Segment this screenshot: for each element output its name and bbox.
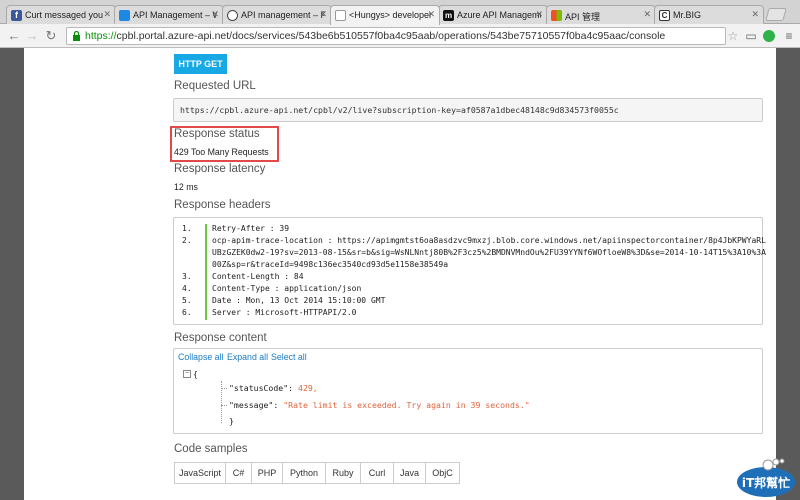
- forward-icon[interactable]: →: [24, 28, 40, 44]
- extension-icon[interactable]: [762, 29, 776, 43]
- url-text: cpbl.portal.azure-api.net/docs/services/…: [116, 30, 666, 42]
- http-get-button[interactable]: HTTP GET: [174, 54, 227, 74]
- code-samples-heading: Code samples: [174, 443, 248, 455]
- response-latency-heading: Response latency: [174, 163, 266, 175]
- new-tab-button[interactable]: [765, 8, 787, 21]
- watermark-text: iT邦幫忙: [742, 475, 790, 490]
- tab-javascript[interactable]: JavaScript: [174, 462, 226, 484]
- tab-python[interactable]: Python: [282, 462, 326, 484]
- cloud-icon: [227, 10, 238, 21]
- close-icon[interactable]: ✕: [535, 9, 543, 20]
- browser-tab-active[interactable]: <Hungys> developer ✕: [330, 5, 440, 25]
- tab-objc[interactable]: ObjC: [425, 462, 460, 484]
- cast-icon[interactable]: ▭: [744, 29, 758, 43]
- select-all-link[interactable]: Select all: [271, 352, 307, 362]
- browser-tab[interactable]: f Curt messaged you ✕: [6, 5, 116, 25]
- response-latency-value: 12 ms: [174, 182, 198, 192]
- lock-icon: [73, 31, 80, 41]
- requested-url-heading: Requested URL: [174, 80, 256, 92]
- response-headers-box[interactable]: 1. Retry-After : 39 2. ocp-apim-trace-lo…: [173, 217, 766, 325]
- browser-tab[interactable]: C Mr.BIG ✕: [654, 5, 764, 25]
- browser-toolbar: ← → ↻ https://cpbl.portal.azure-api.net/…: [0, 24, 800, 48]
- json-status-code-row: "statusCode": 429,: [229, 383, 318, 393]
- tab-csharp[interactable]: C#: [225, 462, 252, 484]
- close-icon[interactable]: ✕: [427, 9, 435, 20]
- api-console-page: HTTP GET Requested URL https://cpbl.azur…: [24, 48, 776, 500]
- close-icon[interactable]: ✕: [103, 9, 111, 20]
- expand-all-link[interactable]: Expand all: [227, 352, 268, 362]
- browser-tab[interactable]: API management – Poli ✕: [222, 5, 332, 25]
- ithome-watermark-logo: iT邦幫忙: [737, 458, 795, 497]
- c-icon: C: [659, 10, 670, 21]
- tree-line: [221, 388, 227, 389]
- tab-strip: f Curt messaged you ✕ API Management – W…: [0, 0, 800, 25]
- m-icon: m: [443, 10, 454, 21]
- browser-tab[interactable]: API 管理 ✕: [546, 5, 656, 25]
- close-icon[interactable]: ✕: [643, 9, 651, 20]
- response-headers-heading: Response headers: [174, 199, 271, 211]
- highlight-box: [170, 126, 279, 162]
- menu-icon[interactable]: ≡: [782, 29, 796, 43]
- tree-line: [221, 405, 227, 406]
- windows-icon: [119, 10, 130, 21]
- tab-curl[interactable]: Curl: [360, 462, 394, 484]
- url-scheme: https://: [85, 30, 117, 42]
- facebook-icon: f: [11, 10, 22, 21]
- browser-tab[interactable]: API Management – Wi ✕: [114, 5, 224, 25]
- reload-icon[interactable]: ↻: [43, 28, 59, 44]
- close-icon[interactable]: ✕: [319, 9, 327, 20]
- browser-tab[interactable]: m Azure API Management ✕: [438, 5, 548, 25]
- back-icon[interactable]: ←: [6, 28, 22, 44]
- response-content-heading: Response content: [174, 332, 267, 344]
- requested-url-box[interactable]: https://cpbl.azure-api.net/cpbl/v2/live?…: [173, 98, 763, 122]
- response-content-box[interactable]: Collapse all Expand all Select all − { "…: [173, 348, 763, 434]
- tab-java[interactable]: Java: [393, 462, 426, 484]
- json-open-brace: {: [193, 369, 198, 379]
- bookmark-star-icon[interactable]: ☆: [726, 29, 740, 43]
- close-icon[interactable]: ✕: [211, 9, 219, 20]
- windows-color-icon: [551, 10, 562, 21]
- page-icon: [335, 10, 346, 21]
- json-message-row: "message": "Rate limit is exceeded. Try …: [229, 400, 530, 410]
- close-icon[interactable]: ✕: [751, 9, 759, 20]
- tab-php[interactable]: PHP: [251, 462, 283, 484]
- json-close-brace: }: [229, 416, 234, 426]
- tab-ruby[interactable]: Ruby: [325, 462, 361, 484]
- gutter-bar: [205, 224, 207, 320]
- collapse-all-link[interactable]: Collapse all: [178, 352, 223, 362]
- address-bar[interactable]: https://cpbl.portal.azure-api.net/docs/s…: [66, 27, 726, 45]
- collapse-node-icon[interactable]: −: [183, 370, 191, 378]
